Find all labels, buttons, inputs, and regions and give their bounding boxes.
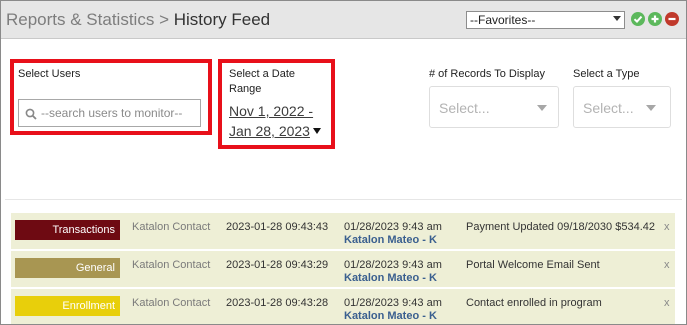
records-select[interactable]: Select... <box>429 86 559 128</box>
breadcrumb-parent[interactable]: Reports & Statistics <box>6 10 154 29</box>
contact-name[interactable]: Katalon Contact <box>132 297 210 309</box>
minus-circle-icon[interactable] <box>665 12 679 26</box>
plus-circle-icon[interactable] <box>648 12 662 26</box>
event-description: Contact enrolled in program <box>466 297 602 309</box>
header-bar: Reports & Statistics > History Feed --Fa… <box>1 1 686 39</box>
date-time: 01/28/2023 9:43 am <box>344 297 442 309</box>
close-icon[interactable]: x <box>664 259 670 271</box>
search-users-placeholder: --search users to monitor-- <box>41 106 183 120</box>
type-select-placeholder: Select... <box>583 100 634 116</box>
date-time: 01/28/2023 9:43 am <box>344 221 442 233</box>
actor-name[interactable]: Katalon Mateo - K <box>344 272 437 284</box>
page-title-breadcrumb: Reports & Statistics > History Feed <box>6 10 270 30</box>
actor-name[interactable]: Katalon Mateo - K <box>344 234 437 246</box>
event-description: Portal Welcome Email Sent <box>466 259 600 271</box>
chevron-down-icon <box>537 105 547 111</box>
search-icon <box>25 107 37 125</box>
type-badge: Transactions <box>15 220 120 240</box>
date-range-label: Select a Date Range <box>229 67 295 97</box>
date-range-start[interactable]: Nov 1, 2022 - <box>229 103 313 119</box>
chevron-down-icon <box>613 16 621 21</box>
feed-row: Transactions Katalon Contact 2023-01-28 … <box>11 213 675 250</box>
check-circle-icon[interactable] <box>631 12 645 26</box>
date-range-label-line2: Range <box>229 83 262 95</box>
favorites-select-value: --Favorites-- <box>470 13 536 27</box>
type-badge: General <box>15 258 120 278</box>
contact-name[interactable]: Katalon Contact <box>132 259 210 271</box>
event-description: Payment Updated 09/18/2030 $534.42 <box>466 221 655 233</box>
divider <box>5 199 682 200</box>
records-label: # of Records To Display <box>429 68 545 80</box>
select-users-label: Select Users <box>18 68 81 80</box>
chevron-down-icon <box>646 105 656 111</box>
type-select[interactable]: Select... <box>573 86 671 128</box>
timestamp: 2023-01-28 09:43:43 <box>226 221 329 233</box>
favorites-select[interactable]: --Favorites-- <box>466 11 625 29</box>
type-label: Select a Type <box>573 68 640 80</box>
actor-name[interactable]: Katalon Mateo - K <box>344 310 437 322</box>
records-select-placeholder: Select... <box>439 100 490 116</box>
window: Reports & Statistics > History Feed --Fa… <box>0 0 687 325</box>
breadcrumb-separator: > <box>159 10 169 29</box>
date-range-end[interactable]: Jan 28, 2023 <box>229 123 310 139</box>
search-users-input[interactable]: --search users to monitor-- <box>18 99 201 127</box>
close-icon[interactable]: x <box>664 297 670 309</box>
timestamp: 2023-01-28 09:43:28 <box>226 297 329 309</box>
date-time: 01/28/2023 9:43 am <box>344 259 442 271</box>
date-range-label-line1: Select a Date <box>229 68 296 80</box>
contact-name[interactable]: Katalon Contact <box>132 221 210 233</box>
feed-row: General Katalon Contact 2023-01-28 09:43… <box>11 251 675 288</box>
type-badge: Enrollment <box>15 296 120 316</box>
chevron-down-icon[interactable] <box>313 128 321 134</box>
close-icon[interactable]: x <box>664 221 670 233</box>
feed-row: Enrollment Katalon Contact 2023-01-28 09… <box>11 289 675 324</box>
timestamp: 2023-01-28 09:43:29 <box>226 259 329 271</box>
page-title: History Feed <box>173 10 271 29</box>
